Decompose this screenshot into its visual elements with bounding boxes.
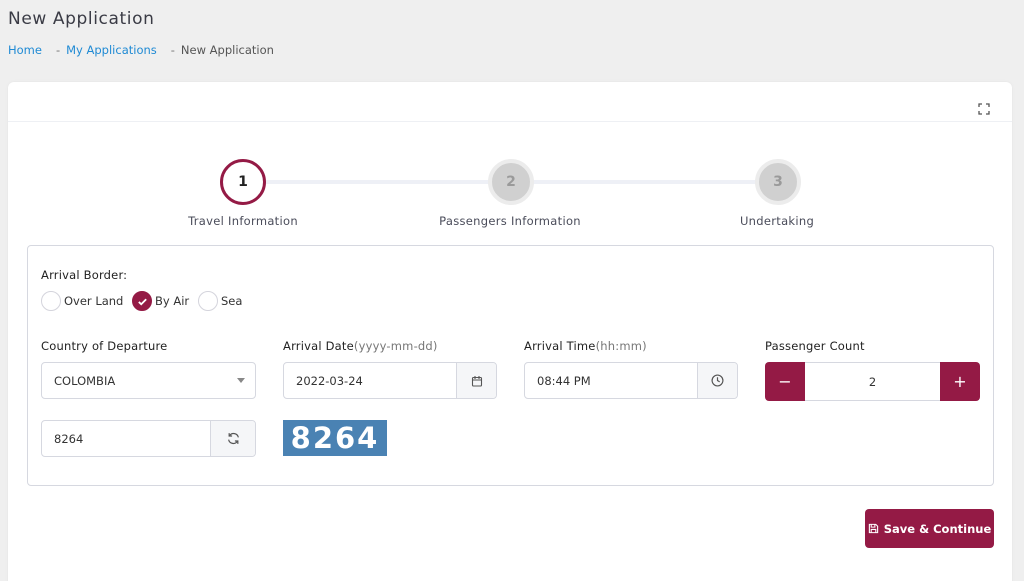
step-1-indicator[interactable]: 1 — [220, 159, 266, 205]
passenger-decrement-button[interactable]: − — [765, 362, 805, 401]
refresh-icon — [227, 432, 239, 445]
caret-down-icon — [237, 378, 245, 383]
arrival-time-hint: (hh:mm) — [595, 339, 647, 353]
passenger-count-input[interactable]: 2 — [805, 362, 940, 401]
step-2-indicator[interactable]: 2 — [488, 159, 534, 205]
arrival-time-input[interactable]: 08:44 PM — [524, 362, 738, 399]
radio-label-sea: Sea — [221, 294, 243, 308]
arrival-date-label-text: Arrival Date — [283, 339, 354, 353]
clock-button[interactable] — [697, 363, 737, 398]
check-icon — [137, 298, 147, 306]
arrival-date-hint: (yyyy-mm-dd) — [353, 339, 438, 353]
breadcrumb-separator: - — [170, 43, 175, 57]
passenger-count-label: Passenger Count — [765, 339, 865, 353]
save-continue-button[interactable]: Save & Continue — [865, 509, 994, 548]
page-title: New Application — [8, 9, 155, 29]
arrival-time-label-text: Arrival Time — [524, 339, 596, 353]
radio-circle[interactable] — [198, 291, 218, 311]
save-icon — [868, 523, 878, 534]
country-select[interactable]: COLOMBIA — [41, 362, 256, 399]
fullscreen-icon[interactable] — [978, 100, 990, 115]
captcha-refresh-button[interactable] — [210, 421, 255, 456]
save-continue-label: Save & Continue — [883, 521, 992, 536]
breadcrumb-separator: - — [55, 43, 61, 57]
country-select-value: COLOMBIA — [54, 373, 116, 388]
step-3-label: Undertaking — [739, 214, 815, 228]
calendar-button[interactable] — [456, 363, 496, 398]
radio-over-land[interactable]: Over Land — [41, 291, 123, 311]
arrival-time-label: Arrival Time(hh:mm) — [524, 339, 647, 353]
card-header — [8, 82, 1012, 122]
radio-label-over-land: Over Land — [64, 294, 124, 308]
country-label: Country of Departure — [41, 339, 168, 353]
step-3-indicator[interactable]: 3 — [755, 159, 801, 205]
step-connector — [533, 180, 757, 184]
arrival-date-input[interactable]: 2022-03-24 — [283, 362, 497, 399]
captcha-input[interactable]: 8264 — [41, 420, 256, 457]
breadcrumb-home-link[interactable]: Home — [8, 43, 42, 57]
breadcrumb: Home - My Applications - New Application — [8, 43, 274, 57]
breadcrumb-current: New Application — [180, 43, 274, 57]
captcha-image: 8264 — [283, 420, 387, 456]
passenger-increment-button[interactable]: + — [940, 362, 980, 401]
breadcrumb-my-applications-link[interactable]: My Applications — [66, 43, 157, 57]
clock-icon — [711, 374, 724, 387]
step-1-label: Travel Information — [188, 214, 298, 228]
radio-sea[interactable]: Sea — [198, 291, 242, 311]
arrival-date-value: 2022-03-24 — [296, 373, 363, 388]
radio-by-air[interactable]: By Air — [132, 291, 189, 311]
arrival-date-label: Arrival Date(yyyy-mm-dd) — [283, 339, 438, 353]
radio-label-by-air: By Air — [155, 294, 190, 308]
step-2-label: Passengers Information — [439, 214, 581, 228]
radio-circle-checked[interactable] — [132, 291, 152, 311]
arrival-border-label: Arrival Border: — [41, 268, 128, 282]
captcha-input-value: 8264 — [54, 431, 84, 446]
radio-circle[interactable] — [41, 291, 61, 311]
calendar-icon — [471, 375, 482, 387]
step-connector — [266, 180, 490, 184]
arrival-time-value: 08:44 PM — [537, 373, 591, 388]
